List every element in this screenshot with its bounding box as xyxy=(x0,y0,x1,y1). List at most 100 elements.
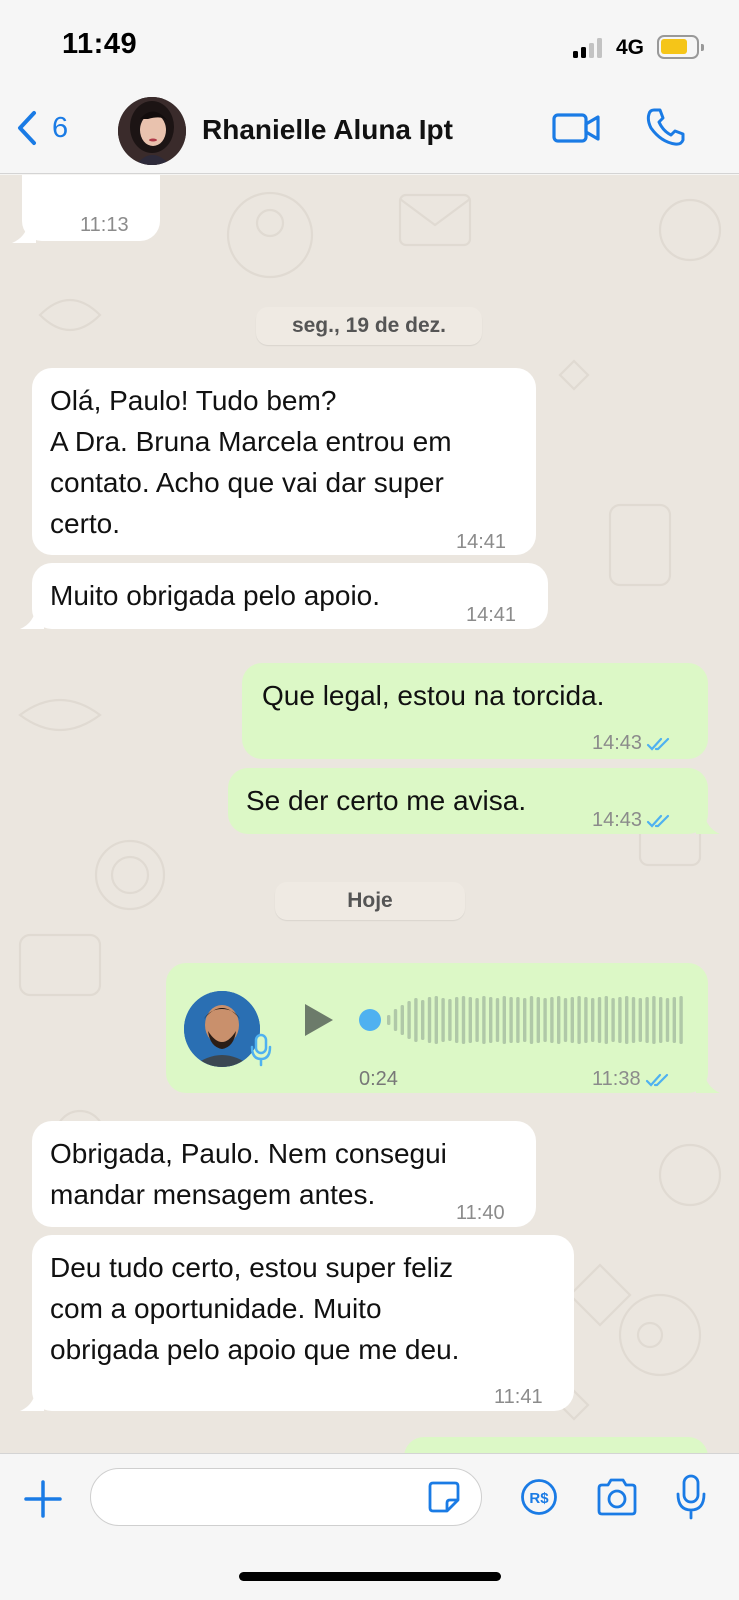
message-bubble-incoming[interactable]: Obrigada, Paulo. Nem consegui mandar men… xyxy=(32,1121,536,1227)
waveform-bar xyxy=(665,998,670,1042)
network-label: 4G xyxy=(616,36,645,59)
status-time: 11:49 xyxy=(62,28,138,60)
sticker-icon[interactable] xyxy=(427,1480,461,1514)
microphone-icon xyxy=(250,1033,272,1067)
waveform-bar xyxy=(468,997,472,1043)
waveform-bar xyxy=(387,1015,391,1025)
waveform-bar xyxy=(584,997,588,1043)
signal-icon xyxy=(573,38,603,58)
date-divider: Hoje xyxy=(275,882,465,920)
back-button[interactable]: 6 xyxy=(16,108,68,148)
waveform-bar xyxy=(509,997,513,1043)
waveform-bar xyxy=(482,996,486,1044)
bubble-tail xyxy=(696,1071,720,1093)
double-check-icon xyxy=(645,1073,668,1087)
waveform-bar xyxy=(516,997,520,1043)
camera-icon[interactable] xyxy=(595,1478,639,1516)
contact-avatar[interactable] xyxy=(118,97,186,165)
phone-call-icon[interactable] xyxy=(645,106,687,148)
message-bubble-outgoing[interactable]: Se der certo me avisa. 14:43 xyxy=(228,768,708,834)
waveform-bar xyxy=(652,996,656,1044)
plus-icon[interactable] xyxy=(22,1478,64,1520)
waveform-bar xyxy=(550,997,554,1043)
waveform-bar xyxy=(591,998,595,1042)
waveform-bar xyxy=(502,996,506,1044)
message-text: Se der certo me avisa. xyxy=(246,785,527,816)
waveform-bar xyxy=(570,997,574,1043)
waveform-bar xyxy=(536,997,540,1043)
message-time: 11:13 xyxy=(80,214,129,236)
waveform-bar xyxy=(441,998,445,1042)
bubble-tail xyxy=(696,812,720,834)
message-bubble-incoming[interactable]: Muito obrigada pelo apoio. 14:41 xyxy=(32,563,548,629)
message-bubble-incoming[interactable]: Deu tudo certo, estou super feliz com a … xyxy=(32,1235,574,1411)
message-text: Muito obrigada pelo apoio. xyxy=(50,580,381,611)
double-check-icon xyxy=(646,814,670,828)
svg-text:R$: R$ xyxy=(529,1490,549,1507)
waveform-bar xyxy=(427,997,432,1043)
video-call-icon[interactable] xyxy=(551,108,601,148)
message-time: 11:41 xyxy=(494,1386,543,1408)
chat-header: 6 Rhanielle Aluna Ipt xyxy=(0,90,739,174)
waveform-bar xyxy=(414,998,418,1042)
waveform-bar xyxy=(672,997,676,1043)
bubble-tail xyxy=(12,223,36,243)
waveform-bar xyxy=(625,996,629,1044)
message-text: Olá, Paulo! Tudo bem? A Dra. Bruna Marce… xyxy=(50,385,452,539)
bubble-tail xyxy=(20,1389,44,1411)
waveform-bar xyxy=(495,998,500,1042)
message-meta: 11:38 xyxy=(592,1059,673,1100)
waveform-bar xyxy=(461,996,466,1044)
waveform-bar xyxy=(577,996,581,1044)
waveform-bar xyxy=(618,997,622,1043)
waveform-bar xyxy=(645,997,649,1043)
battery-icon xyxy=(657,35,704,59)
contact-name[interactable]: Rhanielle Aluna Ipt xyxy=(202,114,453,146)
sender-avatar xyxy=(184,991,260,1067)
compose-bar: R$ xyxy=(0,1453,739,1600)
waveform-bar xyxy=(604,996,608,1044)
message-time: 14:43 xyxy=(592,732,643,754)
message-text: Obrigada, Paulo. Nem consegui mandar men… xyxy=(50,1138,447,1210)
message-bubble-outgoing[interactable]: Que legal, estou na torcida. 14:43 xyxy=(242,663,708,759)
message-text: Deu tudo certo, estou super feliz com a … xyxy=(50,1252,460,1365)
message-time: 11:38 xyxy=(592,1068,641,1090)
waveform-bar xyxy=(421,1000,425,1040)
waveform-bar xyxy=(455,997,459,1043)
waveform-bar xyxy=(407,1001,411,1039)
voice-waveform[interactable] xyxy=(359,995,739,1045)
waveform-bar xyxy=(597,997,602,1043)
bubble-tail xyxy=(20,607,44,629)
emoji-sticker xyxy=(62,175,132,180)
message-time: 11:40 xyxy=(456,1202,505,1224)
waveform-bar xyxy=(529,996,534,1044)
microphone-icon[interactable] xyxy=(675,1474,707,1520)
status-bar: 11:49 4G xyxy=(0,0,739,90)
payment-rs-icon[interactable]: R$ xyxy=(520,1478,558,1516)
back-chevron-icon xyxy=(18,111,36,145)
message-time: 14:43 xyxy=(592,809,643,831)
message-time: 14:41 xyxy=(456,531,507,553)
waveform-bar xyxy=(475,998,479,1042)
waveform-bar xyxy=(448,999,452,1041)
waveform-bar xyxy=(543,998,547,1042)
voice-message-bubble[interactable]: 0:24 11:38 xyxy=(166,963,708,1093)
waveform-bar xyxy=(563,998,568,1042)
waveform-bar xyxy=(631,997,636,1043)
waveform-bar xyxy=(638,998,642,1042)
play-icon[interactable] xyxy=(301,1001,335,1039)
waveform-bar xyxy=(557,996,561,1044)
chat-area[interactable]: 11:13 seg., 19 de dez. Olá, Paulo! Tudo … xyxy=(0,175,739,1453)
message-time: 14:41 xyxy=(466,604,517,626)
message-bubble-incoming[interactable]: 11:13 xyxy=(22,175,160,241)
message-bubble-incoming[interactable]: Olá, Paulo! Tudo bem? A Dra. Bruna Marce… xyxy=(32,368,536,555)
unread-count: 6 xyxy=(52,111,69,144)
message-input[interactable] xyxy=(90,1468,482,1526)
message-bubble-outgoing[interactable] xyxy=(404,1437,708,1453)
date-divider: seg., 19 de dez. xyxy=(256,307,482,345)
double-check-icon xyxy=(646,737,670,751)
waveform-bar xyxy=(434,996,438,1044)
waveform-bar xyxy=(611,998,615,1042)
waveform-bar xyxy=(679,996,683,1044)
waveform-bar xyxy=(489,997,493,1043)
